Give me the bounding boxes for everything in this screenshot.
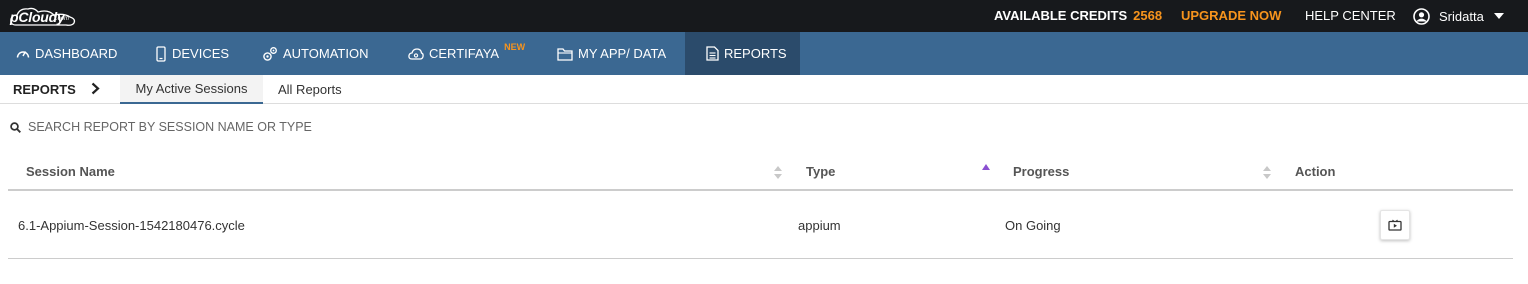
chevron-down-icon	[1493, 13, 1504, 19]
nav-dashboard[interactable]: DASHBOARD	[0, 32, 131, 75]
upgrade-now-link[interactable]: UPGRADE NOW	[1181, 8, 1281, 23]
column-session-name[interactable]: Session Name	[26, 164, 115, 179]
user-name: Sridatta	[1439, 8, 1484, 24]
available-credits: AVAILABLE CREDITS 2568	[994, 8, 1162, 23]
nav-reports-label: REPORTS	[724, 46, 787, 61]
nav-dashboard-label: DASHBOARD	[35, 46, 118, 61]
type-cell: appium	[798, 218, 841, 233]
table-row: 6.1-Appium-Session-1542180476.cycle appi…	[8, 192, 1513, 259]
nav-certifaya[interactable]: CERTIFAYA NEW	[408, 32, 525, 75]
nav-my-app-data-label: MY APP/ DATA	[578, 46, 667, 61]
nav-reports[interactable]: REPORTS	[685, 32, 800, 75]
nav-certifaya-label: CERTIFAYA	[429, 46, 500, 61]
column-type[interactable]: Type	[806, 164, 835, 179]
sort-icon[interactable]	[774, 166, 782, 179]
sort-icon[interactable]	[1263, 166, 1271, 179]
nav-automation[interactable]: AUTOMATION	[262, 32, 368, 75]
chevron-right-icon	[91, 82, 100, 95]
document-icon	[706, 46, 719, 61]
play-screen-icon	[1388, 219, 1402, 231]
user-menu[interactable]: Sridatta	[1413, 6, 1513, 26]
search-bar	[10, 120, 428, 134]
tab-all-reports[interactable]: All Reports	[278, 75, 342, 104]
pcloudy-logo[interactable]: pCloudy .com	[8, 5, 78, 27]
help-center-link[interactable]: HELP CENTER	[1305, 8, 1396, 23]
nav-automation-label: AUTOMATION	[283, 46, 369, 61]
gears-icon	[263, 46, 277, 61]
breadcrumb[interactable]: REPORTS	[13, 82, 76, 97]
column-progress[interactable]: Progress	[1013, 164, 1069, 179]
sort-ascending-icon[interactable]	[982, 164, 990, 171]
tab-my-active-sessions-label: My Active Sessions	[135, 81, 248, 96]
tab-all-reports-label: All Reports	[278, 82, 342, 97]
session-name-cell: 6.1-Appium-Session-1542180476.cycle	[18, 218, 245, 233]
search-icon	[10, 121, 21, 133]
credits-label: AVAILABLE CREDITS	[994, 8, 1128, 23]
phone-icon	[156, 45, 166, 62]
nav-devices-label: DEVICES	[172, 46, 230, 61]
nav-my-app-data[interactable]: MY APP/ DATA	[557, 32, 666, 75]
column-action: Action	[1295, 164, 1336, 179]
top-bar: pCloudy .com AVAILABLE CREDITS 2568 UPGRA…	[0, 0, 1528, 32]
view-session-button[interactable]	[1380, 210, 1410, 240]
progress-cell: On Going	[1005, 218, 1061, 233]
gauge-icon	[16, 50, 30, 58]
cloud-gear-icon	[408, 47, 424, 60]
table-header: Session Name Type Progress Action	[8, 152, 1513, 191]
tab-my-active-sessions[interactable]: My Active Sessions	[120, 75, 263, 104]
main-nav: DASHBOARD DEVICES AUTOMATION CERTIFAYA N…	[0, 32, 1528, 75]
folder-icon	[557, 47, 573, 61]
logo-suffix: .com	[56, 16, 70, 22]
credits-value: 2568	[1133, 8, 1163, 23]
nav-devices[interactable]: DEVICES	[155, 32, 229, 75]
user-avatar-icon	[1413, 7, 1430, 25]
search-input[interactable]	[28, 120, 428, 134]
new-badge: NEW	[504, 41, 526, 52]
sub-nav: REPORTS My Active Sessions All Reports	[0, 75, 1528, 104]
